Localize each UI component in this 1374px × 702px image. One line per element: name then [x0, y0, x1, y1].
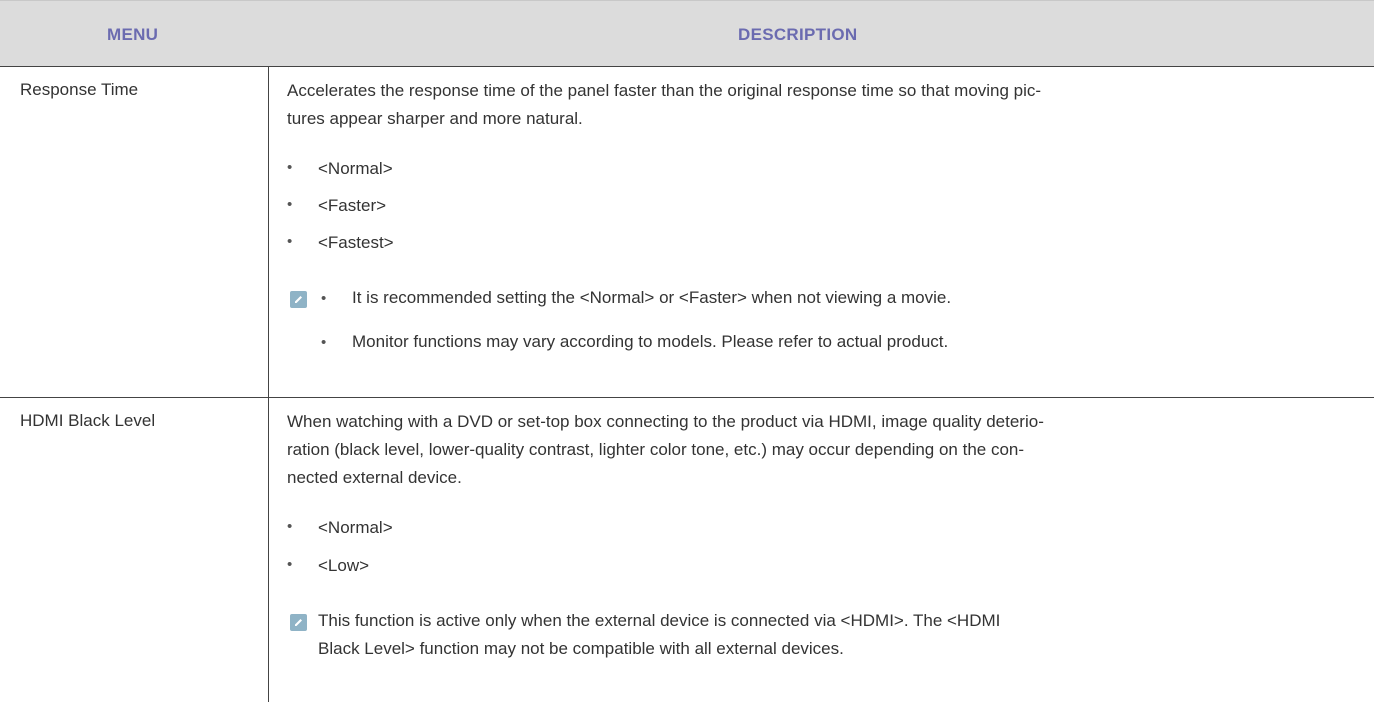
row-divider	[0, 397, 1374, 398]
note-text: Black Level> function may not be compati…	[318, 639, 844, 658]
note-pencil-icon	[290, 614, 307, 631]
menu-cell-response-time: Response Time	[20, 80, 139, 99]
header-bottom-border	[0, 66, 1374, 67]
option-fastest: <Fastest>	[318, 233, 394, 252]
description-line: When watching with a DVD or set-top box …	[287, 412, 1044, 431]
column-divider	[268, 66, 269, 702]
option-faster: <Faster>	[318, 196, 387, 215]
note-text: It is recommended setting the <Normal> o…	[352, 288, 952, 307]
bullet: •	[287, 556, 293, 573]
bullet: •	[287, 196, 293, 213]
table-header: MENU DESCRIPTION	[0, 0, 1374, 67]
note-text: Monitor functions may vary according to …	[352, 332, 949, 351]
option-normal: <Normal>	[318, 159, 393, 178]
bullet: •	[287, 518, 293, 535]
description-line: Accelerates the response time of the pan…	[287, 81, 1042, 100]
description-line: tures appear sharper and more natural.	[287, 109, 583, 128]
bullet: •	[321, 334, 327, 351]
description-column-header: DESCRIPTION	[738, 25, 858, 44]
description-line: ration (black level, lower-quality contr…	[287, 440, 1025, 459]
note-text: This function is active only when the ex…	[318, 611, 1001, 630]
bullet: •	[287, 159, 293, 176]
menu-column-header: MENU	[107, 25, 159, 44]
description-line: nected external device.	[287, 468, 462, 487]
note-pencil-icon	[290, 291, 307, 308]
menu-cell-hdmi-black-level: HDMI Black Level	[20, 411, 156, 430]
bullet: •	[287, 233, 293, 250]
option-normal: <Normal>	[318, 518, 393, 537]
option-low: <Low>	[318, 556, 370, 575]
bullet: •	[321, 290, 327, 307]
